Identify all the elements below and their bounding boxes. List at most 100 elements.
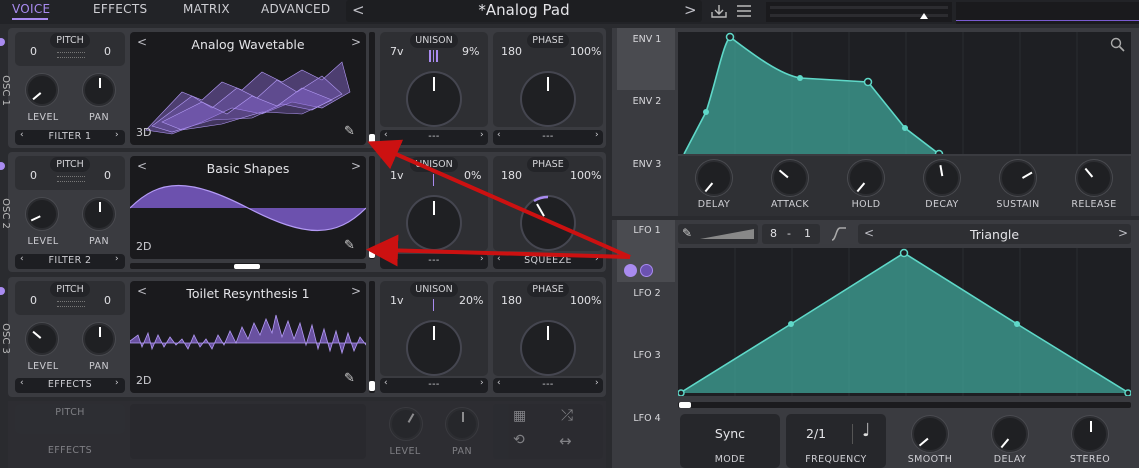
osc2-wavetable-next[interactable]: > [351,159,361,173]
osc3-tune-value[interactable]: 0 [104,294,111,307]
env-hold-knob[interactable] [848,160,884,196]
osc3-dimension[interactable]: 2D [136,374,151,387]
osc1-frame-slider[interactable] [369,32,375,145]
lfo-smooth-control[interactable]: ✎ [678,224,758,244]
osc2-enable-toggle[interactable] [0,162,5,170]
osc1-phase-random[interactable]: 100% [570,45,601,58]
lfo-shape-next[interactable]: > [1118,226,1128,240]
random-icon[interactable]: ⤮ [561,406,573,424]
osc1-dest-a-selector[interactable]: ‹ --- › [380,130,488,145]
osc2-voices[interactable]: 1v [390,169,404,182]
osc2-distortion-selector[interactable]: ‹ SQUEEZE › [493,254,603,269]
osc3-phase-knob[interactable] [522,322,574,374]
osc3-phase-random[interactable]: 100% [570,294,601,307]
lfo-grid-control[interactable]: 8 - 1 [762,224,820,244]
osc3-dest-b-selector[interactable]: ‹ --- › [493,378,603,393]
osc1-unison-detune[interactable]: 9% [462,45,479,58]
menu-icon[interactable] [736,4,752,18]
chevron-right-icon[interactable]: › [115,130,119,140]
osc2-unison-detune[interactable]: 0% [464,169,481,182]
osc1-phase-value[interactable]: 180 [501,45,522,58]
tab-env1[interactable]: ENV 1 [617,34,677,45]
osc3-voices[interactable]: 1v [390,294,404,307]
osc1-enable-toggle[interactable] [0,38,5,46]
env-delay-knob[interactable] [696,160,732,196]
osc1-route-selector[interactable]: ‹ FILTER 1 › [15,130,125,145]
tab-matrix[interactable]: MATRIX [183,2,230,16]
preset-selector[interactable]: < *Analog Pad > [346,0,702,22]
env-attack-knob[interactable] [772,160,808,196]
osc2-level-knob[interactable] [26,198,58,230]
osc2-dest-a-selector[interactable]: ‹ --- › [380,254,488,269]
osc3-unison-knob[interactable] [408,322,460,374]
osc3-route-selector[interactable]: ‹ EFFECTS › [15,378,125,393]
lfo-delay-knob[interactable] [992,416,1028,452]
bounce-icon[interactable]: ↔ [559,432,572,450]
osc2-route-selector[interactable]: ‹ FILTER 2 › [15,254,125,269]
env-release-knob[interactable] [1076,160,1112,196]
curve-icon[interactable] [830,226,848,242]
osc1-dest-b-selector[interactable]: ‹ --- › [493,130,603,145]
osc2-phase-random[interactable]: 100% [570,169,601,182]
chevron-right-icon[interactable]: › [115,254,119,264]
osc2-tune-value[interactable]: 0 [104,169,111,182]
osc3-edit-icon[interactable]: ✎ [344,371,355,386]
tab-voice[interactable]: VOICE [12,2,50,16]
osc3-frame-slider[interactable] [369,281,375,393]
lfo-stereo-knob[interactable] [1072,416,1108,452]
osc3-wavetable-next[interactable]: > [351,284,361,298]
osc3-frame-handle[interactable] [369,381,375,391]
sampler-pan-knob[interactable] [446,408,478,440]
sampler-level-knob[interactable] [390,408,422,440]
osc2-spectral-slider[interactable] [130,263,366,269]
osc1-edit-icon[interactable]: ✎ [344,124,355,139]
osc1-voices[interactable]: 7v [390,45,404,58]
osc2-dimension[interactable]: 2D [136,240,151,253]
osc3-enable-toggle[interactable] [0,287,5,295]
osc1-frame-handle[interactable] [369,134,375,144]
lfo-graph[interactable] [678,248,1131,396]
paint-icon[interactable]: ✎ [682,226,692,240]
osc3-transpose-value[interactable]: 0 [30,294,37,307]
osc1-phase-knob[interactable] [522,73,574,125]
chevron-right-icon[interactable]: › [115,378,119,388]
osc1-wavetable-display[interactable]: < Analog Wavetable > 3D ✎ [130,32,366,145]
osc2-phase-value[interactable]: 180 [501,169,522,182]
lfo-frequency-value[interactable]: 2/1 [806,426,826,441]
osc2-edit-icon[interactable]: ✎ [344,238,355,253]
osc2-unison-knob[interactable] [408,197,460,249]
osc1-transpose-value[interactable]: 0 [30,45,37,58]
osc2-transpose-value[interactable]: 0 [30,169,37,182]
osc2-spectral-handle[interactable] [234,264,260,269]
osc3-wavetable-display[interactable]: < Toilet Resynthesis 1 > 2D ✎ [130,281,366,393]
osc3-level-knob[interactable] [26,323,58,355]
osc3-unison-detune[interactable]: 20% [459,294,483,307]
env-sustain-knob[interactable] [1000,160,1036,196]
tab-env2[interactable]: ENV 2 [617,96,677,107]
envelope-graph[interactable] [678,32,1131,154]
lfo-grid-x[interactable]: 8 [770,227,777,240]
osc1-tune-value[interactable]: 0 [104,45,111,58]
tab-advanced[interactable]: ADVANCED [261,2,330,16]
tab-env3[interactable]: ENV 3 [617,159,677,170]
keyboard-icon[interactable]: ▦ [513,408,526,424]
lfo-phase-slider[interactable] [678,402,1131,408]
osc1-wavetable-next[interactable]: > [351,35,361,49]
lfo-grid-y[interactable]: 1 [804,227,811,240]
osc3-dest-a-selector[interactable]: ‹ --- › [380,378,488,393]
lfo1-mod-drag-icon[interactable] [640,264,653,277]
osc2-frame-slider[interactable] [369,156,375,259]
osc1-dimension[interactable]: 3D [136,126,151,139]
loop-icon[interactable]: ⟲ [513,432,525,448]
sampler-display[interactable] [130,404,366,459]
osc2-wavetable-display[interactable]: < Basic Shapes > 2D ✎ [130,156,366,259]
lfo-smooth-knob[interactable] [912,416,948,452]
osc2-frame-handle[interactable] [369,248,375,258]
lfo-mode-value[interactable]: Sync [680,426,780,441]
save-icon[interactable] [710,3,728,19]
note-icon[interactable]: ♩ [862,420,871,441]
preset-next-button[interactable]: > [684,1,697,19]
osc3-pan-knob[interactable] [83,323,115,355]
env-decay-knob[interactable] [924,160,960,196]
zoom-icon[interactable] [1110,37,1126,53]
